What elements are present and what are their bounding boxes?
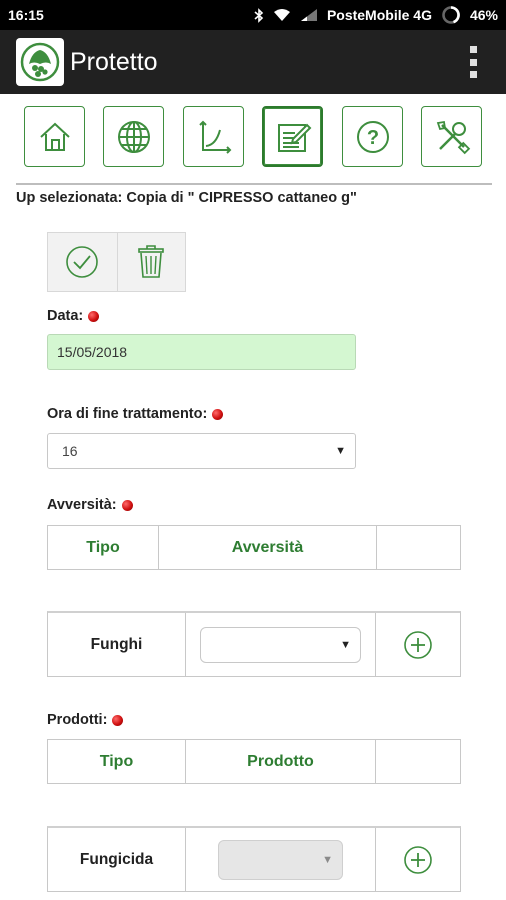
- product-select[interactable]: ▼: [218, 839, 343, 880]
- adversity-label-row: Avversità:: [47, 497, 133, 513]
- app-title: Protetto: [70, 47, 158, 76]
- dropdown-arrow-icon: ▼: [322, 853, 333, 866]
- svg-text:?: ?: [366, 127, 378, 149]
- grape-leaf-logo-icon: [20, 42, 60, 82]
- home-button[interactable]: [24, 106, 85, 167]
- help-button[interactable]: ?: [342, 106, 403, 167]
- column-header-type: Tipo: [48, 526, 159, 569]
- status-battery: 46%: [469, 7, 498, 23]
- date-label: Data:: [47, 308, 84, 324]
- dropdown-arrow-icon: ▼: [335, 445, 346, 457]
- confirm-button[interactable]: [48, 233, 117, 291]
- required-indicator: [88, 310, 100, 322]
- globe-icon: [117, 120, 150, 153]
- help-icon: ?: [356, 120, 389, 153]
- end-time-select[interactable]: 16 ▼: [47, 433, 356, 469]
- products-label-row: Prodotti:: [47, 712, 124, 728]
- column-header-action: [376, 740, 460, 783]
- products-label: Prodotti:: [47, 712, 108, 728]
- adversity-table-row: Funghi ▼: [47, 611, 461, 677]
- add-circle-icon[interactable]: [402, 844, 434, 876]
- trash-icon: [138, 245, 165, 278]
- end-time-value: 16: [62, 443, 78, 459]
- bluetooth-icon: [254, 7, 264, 23]
- end-time-label-row: Ora di fine trattamento:: [47, 406, 224, 422]
- add-product-cell: [376, 828, 460, 891]
- end-time-label: Ora di fine trattamento:: [47, 406, 208, 422]
- signal-icon: [300, 8, 318, 22]
- product-type-cell: Fungicida: [48, 828, 186, 891]
- toolbar-divider: [16, 183, 492, 185]
- products-table-header: Tipo Prodotto: [47, 739, 461, 784]
- adversity-type-cell: Funghi: [48, 613, 186, 676]
- products-table-row: Fungicida ▼: [47, 826, 461, 892]
- tools-icon: [436, 120, 470, 154]
- battery-icon: [441, 5, 461, 25]
- wifi-icon: [273, 8, 291, 22]
- treatment-form-button[interactable]: [262, 106, 323, 167]
- date-label-row: Data:: [47, 308, 100, 324]
- status-bar: 16:15 PosteMobile 4G 46%: [0, 0, 506, 30]
- overflow-menu-icon[interactable]: [468, 46, 478, 78]
- status-carrier: PosteMobile 4G: [326, 7, 432, 23]
- column-header-product: Prodotto: [186, 740, 376, 783]
- add-adversity-cell: [376, 613, 460, 676]
- column-header-action: [377, 526, 460, 569]
- delete-button[interactable]: [116, 233, 186, 291]
- adversity-label: Avversità:: [47, 497, 117, 513]
- tools-button[interactable]: [421, 106, 482, 167]
- adversity-select[interactable]: ▼: [200, 626, 361, 663]
- form-actions: [47, 232, 186, 292]
- required-indicator: [112, 714, 124, 726]
- selected-up-text: Up selezionata: Copia di " CIPRESSO catt…: [16, 190, 357, 206]
- main-toolbar: ?: [0, 106, 506, 168]
- edit-form-icon: [277, 123, 311, 152]
- chart-icon: [198, 120, 231, 154]
- column-header-adversity: Avversità: [159, 526, 377, 569]
- dropdown-arrow-icon: ▼: [340, 638, 351, 651]
- required-indicator: [212, 408, 224, 420]
- add-circle-icon[interactable]: [402, 629, 434, 661]
- column-header-type: Tipo: [48, 740, 186, 783]
- globe-button[interactable]: [103, 106, 164, 167]
- chart-button[interactable]: [183, 106, 244, 167]
- home-icon: [39, 122, 70, 151]
- status-time: 16:15: [8, 7, 44, 23]
- app-logo: [16, 38, 64, 86]
- adversity-select-cell: ▼: [186, 613, 376, 676]
- product-select-cell: ▼: [186, 828, 376, 891]
- required-indicator: [121, 499, 133, 511]
- app-bar: Protetto: [0, 30, 506, 94]
- date-field[interactable]: 15/05/2018: [47, 334, 356, 370]
- adversity-table-header: Tipo Avversità: [47, 525, 461, 570]
- checkmark-circle-icon: [66, 246, 99, 278]
